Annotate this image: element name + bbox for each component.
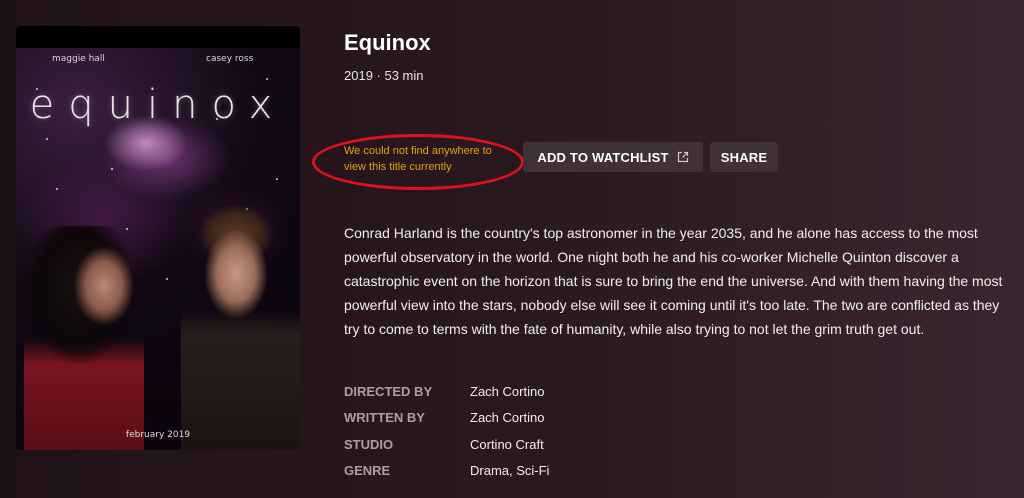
add-to-watchlist-label: ADD TO WATCHLIST [537, 149, 669, 165]
add-to-watchlist-button[interactable]: ADD TO WATCHLIST [523, 142, 703, 172]
availability-message: We could not find anywhere to view this … [344, 145, 492, 173]
poster-figure-woman [24, 226, 144, 450]
credit-label: WRITTEN BY [344, 410, 425, 426]
credit-value: Zach Cortino [470, 410, 545, 426]
share-button[interactable]: SHARE [710, 142, 778, 172]
credit-row-written-by: WRITTEN BY Zach Cortino [344, 405, 549, 432]
poster-credit-left: maggie hall [52, 54, 105, 64]
credit-value: Cortino Craft [470, 436, 544, 452]
poster-credit-right: casey ross [206, 54, 254, 64]
credit-label: DIRECTED BY [344, 383, 433, 399]
credit-row-directed-by: DIRECTED BY Zach Cortino [344, 378, 549, 405]
credit-row-genre: GENRE Drama, Sci-Fi [344, 458, 549, 485]
poster-title: equinox [29, 82, 287, 128]
share-label: SHARE [720, 149, 768, 165]
credits-list: DIRECTED BY Zach Cortino WRITTEN BY Zach… [344, 378, 549, 484]
credit-label: GENRE [344, 463, 391, 479]
page-title: Equinox [344, 30, 431, 55]
poster-figure-man [181, 194, 300, 450]
poster-date: february 2019 [125, 430, 191, 440]
credit-value: Drama, Sci-Fi [470, 463, 550, 479]
credit-row-studio: STUDIO Cortino Craft [344, 431, 549, 458]
title-meta: 2019 · 53 min [344, 68, 424, 83]
credit-value: Zach Cortino [470, 383, 545, 399]
poster-top-band [16, 26, 300, 48]
synopsis: Conrad Harland is the country's top astr… [344, 225, 1003, 337]
external-link-icon [677, 151, 688, 163]
credit-label: STUDIO [344, 436, 394, 452]
movie-poster: maggie hall casey ross equinox february … [16, 26, 300, 450]
